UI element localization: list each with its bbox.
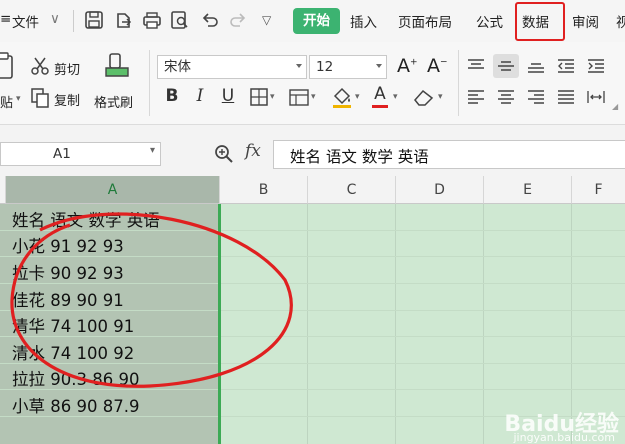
copy-icon[interactable] bbox=[31, 88, 49, 108]
decrease-indent-icon[interactable] bbox=[557, 59, 575, 73]
customize-chevron-icon[interactable]: ▽ bbox=[262, 13, 271, 27]
decrease-font-icon[interactable]: A− bbox=[427, 55, 448, 77]
tab-insert[interactable]: 插入 bbox=[350, 11, 377, 31]
print-preview-icon[interactable] bbox=[170, 10, 190, 30]
font-size-value: 12 bbox=[316, 59, 334, 75]
italic-button[interactable]: I bbox=[190, 86, 210, 106]
zoom-icon[interactable] bbox=[214, 144, 234, 164]
font-size-select[interactable]: 12 bbox=[309, 55, 387, 79]
format-painter-icon[interactable] bbox=[104, 52, 130, 82]
increase-font-icon[interactable]: A+ bbox=[397, 55, 418, 77]
align-bottom-icon[interactable] bbox=[527, 59, 545, 73]
paste-label[interactable]: 贴 bbox=[0, 92, 13, 111]
chevron-down-icon[interactable]: ▾ bbox=[393, 92, 398, 102]
tab-review[interactable]: 审阅 bbox=[572, 11, 599, 31]
watermark-url: jingyan.baidu.com bbox=[513, 431, 615, 444]
eraser-icon[interactable] bbox=[413, 88, 435, 106]
menu-icon[interactable]: ≡ bbox=[0, 11, 11, 27]
chevron-down-icon[interactable]: ▾ bbox=[270, 92, 275, 102]
chevron-down-icon[interactable]: ▾ bbox=[150, 145, 155, 156]
formula-input[interactable]: 姓名 语文 数学 英语 bbox=[273, 140, 625, 169]
bold-button[interactable]: B bbox=[162, 86, 182, 106]
menu-bar: ≡ 文件 ∨ ▽ 开始 插入 页面布局 公式 数据 审阅 视 bbox=[0, 0, 625, 42]
save-icon[interactable] bbox=[84, 10, 104, 30]
increase-indent-icon[interactable] bbox=[587, 59, 605, 73]
chevron-down-icon[interactable]: ∨ bbox=[50, 11, 60, 27]
divider bbox=[73, 10, 74, 32]
distribute-icon[interactable] bbox=[587, 90, 605, 104]
column-header-c[interactable]: C bbox=[308, 176, 396, 204]
fill-color-icon[interactable] bbox=[331, 86, 353, 108]
tab-page-layout[interactable]: 页面布局 bbox=[398, 11, 452, 31]
font-name-select[interactable]: 宋体 bbox=[157, 55, 307, 79]
gridline bbox=[395, 204, 396, 444]
export-icon[interactable] bbox=[114, 10, 134, 30]
chevron-down-icon[interactable]: ▾ bbox=[311, 92, 316, 102]
divider bbox=[149, 50, 150, 116]
print-icon[interactable] bbox=[142, 10, 162, 30]
underline-button[interactable]: U bbox=[218, 86, 238, 106]
name-box[interactable]: A1 ▾ bbox=[0, 142, 161, 166]
chevron-down-icon[interactable] bbox=[376, 64, 382, 68]
column-header-f[interactable]: F bbox=[572, 176, 625, 204]
cell-format-icon[interactable] bbox=[289, 89, 309, 106]
format-painter-label[interactable]: 格式刷 bbox=[94, 92, 133, 111]
cut-label[interactable]: 剪切 bbox=[54, 59, 80, 78]
align-left-icon[interactable] bbox=[467, 90, 485, 104]
file-menu[interactable]: 文件 bbox=[12, 11, 39, 31]
chevron-down-icon[interactable]: ▾ bbox=[438, 92, 443, 102]
divider bbox=[458, 50, 459, 116]
copy-label[interactable]: 复制 bbox=[54, 90, 80, 109]
ribbon: 贴 ▾ 剪切 复制 格式刷 宋体 12 A+ A− B I U ▾ ▾ ▾ A … bbox=[0, 42, 625, 125]
justify-icon[interactable] bbox=[557, 90, 575, 104]
formula-content: 姓名 语文 数学 英语 bbox=[290, 148, 429, 166]
chevron-down-icon[interactable] bbox=[296, 64, 302, 68]
redo-icon[interactable] bbox=[228, 10, 248, 30]
paste-icon[interactable] bbox=[0, 52, 14, 80]
align-top-icon[interactable] bbox=[467, 59, 485, 73]
column-header-e[interactable]: E bbox=[484, 176, 572, 204]
align-right-icon[interactable] bbox=[527, 90, 545, 104]
fx-icon[interactable]: fx bbox=[245, 141, 261, 161]
font-color-button[interactable]: A bbox=[370, 84, 390, 104]
tab-view[interactable]: 视 bbox=[616, 11, 625, 31]
scissors-icon[interactable] bbox=[30, 56, 50, 76]
border-icon[interactable] bbox=[250, 88, 268, 106]
name-box-value: A1 bbox=[53, 146, 71, 162]
align-center-icon[interactable] bbox=[497, 90, 515, 104]
ribbon-expand-icon[interactable]: ◢ bbox=[612, 102, 618, 111]
chevron-down-icon[interactable]: ▾ bbox=[355, 92, 360, 102]
annotation-ellipse bbox=[10, 212, 293, 388]
undo-icon[interactable] bbox=[200, 10, 220, 30]
font-name-value: 宋体 bbox=[164, 59, 191, 75]
align-middle-icon[interactable] bbox=[497, 59, 515, 73]
column-header-d[interactable]: D bbox=[396, 176, 484, 204]
data-tab-highlight bbox=[515, 2, 565, 41]
gridline bbox=[483, 204, 484, 444]
tab-formulas[interactable]: 公式 bbox=[476, 11, 503, 31]
font-color-swatch bbox=[372, 105, 388, 108]
paste-chevron-icon[interactable]: ▾ bbox=[16, 94, 21, 104]
tab-start[interactable]: 开始 bbox=[293, 8, 340, 34]
